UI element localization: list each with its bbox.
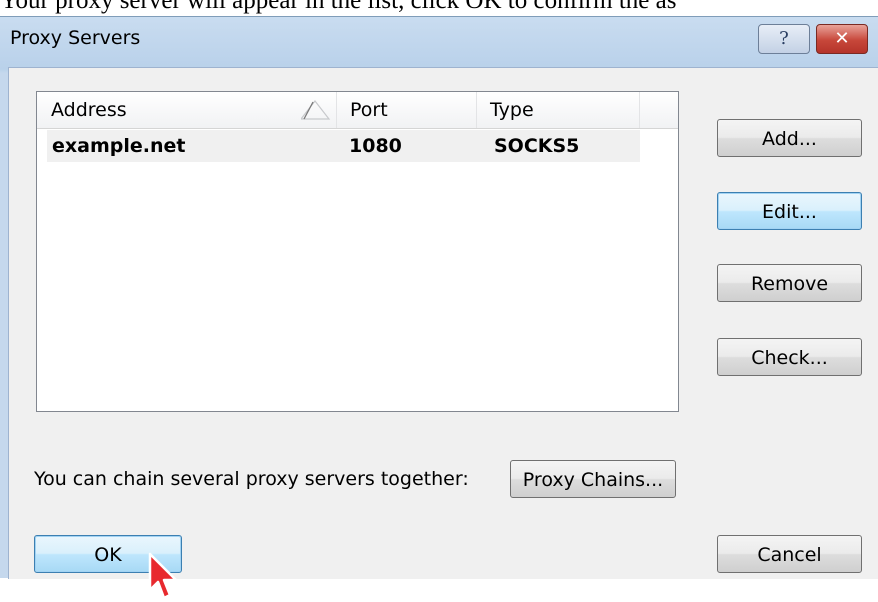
- proxy-address-cell: example.net: [52, 135, 186, 157]
- add-button[interactable]: Add...: [717, 119, 862, 157]
- column-header-port[interactable]: Port: [336, 92, 477, 128]
- help-icon: ?: [779, 28, 789, 49]
- check-button[interactable]: Check...: [717, 338, 862, 376]
- close-button[interactable]: ✕: [816, 24, 868, 54]
- page-caption-text: Your proxy server will appear in the lis…: [0, 0, 677, 14]
- window-title: Proxy Servers: [10, 27, 141, 49]
- title-bar[interactable]: Proxy Servers ? ✕: [0, 17, 878, 67]
- proxy-servers-dialog: Proxy Servers ? ✕ Address Port Type exam…: [0, 16, 878, 600]
- sort-ascending-icon: [301, 100, 331, 120]
- list-header: Address Port Type: [37, 92, 678, 129]
- proxy-type-cell: SOCKS5: [494, 135, 580, 157]
- proxy-port-cell: 1080: [349, 135, 402, 157]
- mouse-cursor-icon: [148, 552, 178, 600]
- table-row[interactable]: example.net 1080 SOCKS5: [47, 130, 640, 162]
- cancel-button[interactable]: Cancel: [717, 535, 862, 573]
- column-header-address[interactable]: Address: [37, 92, 337, 128]
- edit-button[interactable]: Edit...: [717, 192, 862, 230]
- remove-button[interactable]: Remove: [717, 264, 862, 302]
- proxy-list[interactable]: Address Port Type example.net 1080 SOCKS…: [36, 91, 679, 412]
- column-header-type[interactable]: Type: [476, 92, 640, 128]
- chain-description-label: You can chain several proxy servers toge…: [34, 468, 469, 490]
- proxy-chains-button[interactable]: Proxy Chains...: [510, 460, 676, 498]
- help-button[interactable]: ?: [758, 24, 810, 54]
- close-icon: ✕: [834, 28, 850, 49]
- dialog-body: Address Port Type example.net 1080 SOCKS…: [8, 67, 878, 600]
